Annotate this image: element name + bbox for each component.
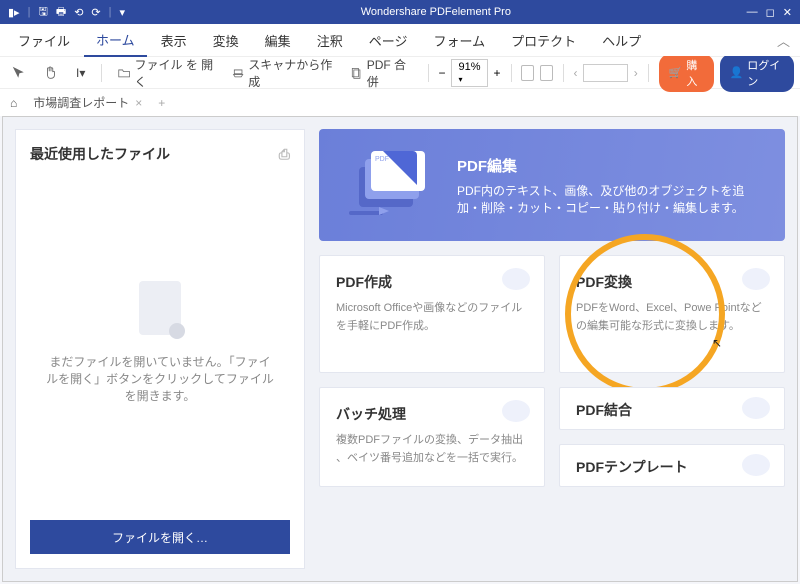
menu-help[interactable]: ヘルプ [590, 25, 653, 56]
card-combine[interactable]: PDF結合 [559, 387, 785, 430]
card-desc: 複数PDFファイルの変換、データ抽出 、ベイツ番号追加などを一括で実行。 [336, 432, 528, 467]
maximize-icon[interactable]: ◻ [766, 6, 775, 19]
cursor-icon: ↖ [712, 336, 722, 350]
menu-bar: ファイル ホーム 表示 変換 編集 注釈 ページ フォーム プロテクト ヘルプ … [0, 24, 800, 56]
document-tab[interactable]: 市場調査レポート × [25, 94, 150, 111]
toolbar: I▾ ファイル を 開く スキャナから作成 PDF 合併 − 91% ▾ + ‹… [0, 56, 800, 88]
workspace: 最近使用したファイル ⎙ まだファイルを開いていません。「ファイルを開く」ボタン… [2, 116, 798, 582]
hero-pdf-edit[interactable]: PDF PDF編集 PDF内のテキスト、画像、及び他のオブジェクトを追加・削除・… [319, 129, 785, 241]
recent-files-panel: 最近使用したファイル ⎙ まだファイルを開いていません。「ファイルを開く」ボタン… [15, 129, 305, 569]
batch-icon [502, 400, 530, 422]
tool-ibeam-icon[interactable]: I▾ [70, 63, 91, 83]
convert-icon [742, 268, 770, 290]
card-title: バッチ処理 [336, 404, 528, 424]
template-icon [742, 454, 770, 476]
merge-pdf-button[interactable]: PDF 合併 [344, 53, 417, 93]
zoom-out-button[interactable]: − [438, 66, 445, 80]
hero-title: PDF編集 [457, 155, 765, 176]
zoom-in-button[interactable]: + [494, 66, 501, 80]
card-pdf-convert[interactable]: PDF変換 PDFをWord、Excel、Powe Pointなどの編集可能な形… [559, 255, 785, 373]
pin-icon[interactable]: ⎙ [279, 146, 290, 163]
menu-edit[interactable]: 編集 [253, 25, 303, 56]
card-desc: PDFをWord、Excel、Powe Pointなどの編集可能な形式に変換しま… [576, 300, 768, 335]
login-button[interactable]: 👤ログイン [720, 54, 794, 92]
card-title: PDF作成 [336, 272, 528, 292]
close-tab-icon[interactable]: × [135, 96, 142, 110]
from-scanner-button[interactable]: スキャナから作成 [226, 53, 338, 93]
close-icon[interactable]: ✕ [783, 6, 792, 19]
create-icon [502, 268, 530, 290]
svg-text:PDF: PDF [375, 156, 389, 163]
recent-files-title: 最近使用したファイル [30, 144, 170, 164]
app-title: Wondershare PDFelement Pro [125, 6, 747, 18]
print-icon[interactable]: 🖶 [56, 3, 66, 22]
card-pdf-create[interactable]: PDF作成 Microsoft Officeや画像などのファイルを手軽にPDF作… [319, 255, 545, 373]
page-number-input[interactable] [583, 64, 627, 82]
open-file-large-button[interactable]: ファイルを開く… [30, 520, 290, 554]
card-desc: Microsoft Officeや画像などのファイルを手軽にPDF作成。 [336, 300, 528, 335]
app-logo-icon: ▮▸ [8, 6, 20, 19]
menu-annotate[interactable]: 注釈 [305, 25, 355, 56]
card-template[interactable]: PDFテンプレート [559, 444, 785, 487]
menu-form[interactable]: フォーム [421, 25, 497, 56]
hero-illustration-icon: PDF [339, 145, 439, 225]
document-tab-label: 市場調査レポート [33, 94, 129, 111]
prev-page-button[interactable]: ‹ [573, 66, 577, 80]
home-tab-icon[interactable]: ⌂ [10, 96, 17, 110]
menu-view[interactable]: 表示 [149, 25, 199, 56]
new-tab-button[interactable]: + [158, 96, 165, 110]
card-batch[interactable]: バッチ処理 複数PDFファイルの変換、データ抽出 、ベイツ番号追加などを一括で実… [319, 387, 545, 487]
minimize-icon[interactable]: — [747, 6, 758, 19]
card-title: PDF変換 [576, 272, 768, 292]
next-page-button[interactable]: › [634, 66, 638, 80]
user-icon: 👤 [730, 66, 744, 79]
title-bar: ▮▸ | 🖫 🖶 ⟲ ⟳ | ▾ Wondershare PDFelement … [0, 0, 800, 24]
combine-icon [742, 397, 770, 419]
redo-icon[interactable]: ⟳ [91, 6, 100, 19]
menu-file[interactable]: ファイル [6, 25, 82, 56]
menu-home[interactable]: ホーム [84, 24, 147, 57]
tool-select-icon[interactable] [6, 63, 32, 83]
hero-desc: PDF内のテキスト、画像、及び他のオブジェクトを追加・削除・カット・コピー・貼り… [457, 182, 765, 216]
undo-icon[interactable]: ⟲ [74, 6, 83, 19]
fit-page-icon[interactable] [521, 65, 534, 81]
fit-width-icon[interactable] [540, 65, 553, 81]
card-title: PDFテンプレート [576, 457, 768, 477]
empty-message: まだファイルを開いていません。「ファイルを開く」ボタンをクリックしてファイルを開… [44, 353, 276, 404]
collapse-ribbon-icon[interactable]: ︿ [777, 31, 790, 50]
cart-icon: 🛒 [669, 66, 683, 79]
menu-protect[interactable]: プロテクト [499, 25, 588, 56]
tool-hand-icon[interactable] [38, 63, 64, 83]
card-title: PDF結合 [576, 400, 768, 420]
empty-file-icon [139, 281, 181, 335]
save-icon[interactable]: 🖫 [38, 3, 47, 22]
zoom-level[interactable]: 91% ▾ [451, 59, 487, 87]
open-file-button[interactable]: ファイル を 開く [112, 53, 220, 93]
actions-panel: PDF PDF編集 PDF内のテキスト、画像、及び他のオブジェクトを追加・削除・… [319, 129, 785, 569]
buy-button[interactable]: 🛒購入 [659, 54, 714, 92]
menu-convert[interactable]: 変換 [201, 25, 251, 56]
menu-page[interactable]: ページ [357, 25, 420, 56]
